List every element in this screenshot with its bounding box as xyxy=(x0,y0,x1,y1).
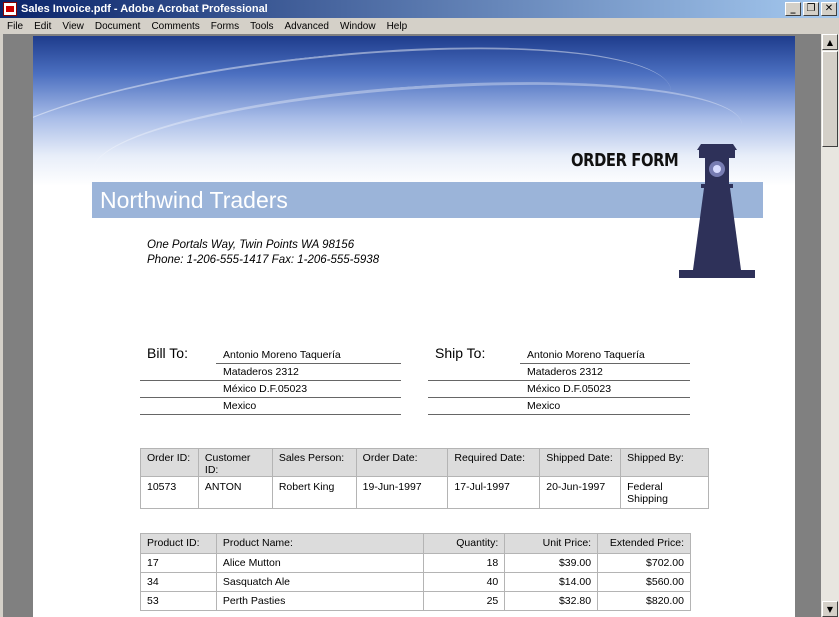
window-title: Sales Invoice.pdf - Adobe Acrobat Profes… xyxy=(21,3,268,15)
menu-window[interactable]: Window xyxy=(334,21,381,32)
order-id-value: 10573 xyxy=(140,476,199,509)
header-sales-person: Sales Person: xyxy=(271,448,357,477)
product-name-cell: Perth Pasties xyxy=(215,591,425,611)
table-row: 53 Perth Pasties 25 $32.80 $820.00 xyxy=(140,591,691,611)
menu-file[interactable]: File xyxy=(0,21,28,32)
quantity-cell: 40 xyxy=(423,572,506,592)
product-table-header: Product ID: Product Name: Quantity: Unit… xyxy=(140,533,691,554)
table-row: 17 Alice Mutton 18 $39.00 $702.00 xyxy=(140,553,691,573)
window-titlebar[interactable]: Sales Invoice.pdf - Adobe Acrobat Profes… xyxy=(0,0,839,18)
company-address: One Portals Way, Twin Points WA 98156 xyxy=(147,239,355,251)
product-id-cell: 34 xyxy=(140,572,217,592)
order-table-header: Order ID: Customer ID: Sales Person: Ord… xyxy=(140,448,709,477)
table-row: 34 Sasquatch Ale 40 $14.00 $560.00 xyxy=(140,572,691,592)
table-row: 10573 ANTON Robert King 19-Jun-1997 17-J… xyxy=(140,476,709,509)
customer-id-value: ANTON xyxy=(197,476,273,509)
required-date-value: 17-Jul-1997 xyxy=(447,476,541,509)
close-button[interactable]: ✕ xyxy=(821,2,837,16)
unit-price-cell: $32.80 xyxy=(504,591,599,611)
quantity-cell: 18 xyxy=(423,553,506,573)
bill-to-label: Bill To: xyxy=(147,345,188,361)
ship-to-line-1: Antonio Moreno Taquería xyxy=(520,347,690,364)
product-name-cell: Sasquatch Ale xyxy=(215,572,425,592)
left-frame-edge xyxy=(0,34,3,617)
minimize-button[interactable]: _ xyxy=(785,2,801,16)
product-id-cell: 17 xyxy=(140,553,217,573)
menu-comments[interactable]: Comments xyxy=(145,21,204,32)
header-required-date: Required Date: xyxy=(447,448,541,477)
menu-edit[interactable]: Edit xyxy=(28,21,56,32)
ship-to-line-2: Mataderos 2312 xyxy=(428,364,690,381)
sales-person-value: Robert King xyxy=(271,476,357,509)
header-quantity: Quantity: xyxy=(423,533,506,554)
company-name: Northwind Traders xyxy=(100,187,288,213)
menu-view[interactable]: View xyxy=(56,21,89,32)
scroll-down-button[interactable]: ▼ xyxy=(822,601,838,617)
order-details-table: Order ID: Customer ID: Sales Person: Ord… xyxy=(140,448,709,509)
header-product-id: Product ID: xyxy=(140,533,217,554)
bill-to-line-1: Antonio Moreno Taquería xyxy=(216,347,401,364)
shipped-date-value: 20-Jun-1997 xyxy=(539,476,622,509)
unit-price-cell: $14.00 xyxy=(504,572,599,592)
product-id-cell: 53 xyxy=(140,591,217,611)
unit-price-cell: $39.00 xyxy=(504,553,599,573)
company-phone: Phone: 1-206-555-1417 Fax: 1-206-555-593… xyxy=(147,254,380,266)
scroll-thumb[interactable] xyxy=(822,51,838,147)
header-customer-id: Customer ID: xyxy=(197,448,273,477)
shipped-by-value: Federal Shipping xyxy=(620,476,709,509)
menu-forms[interactable]: Forms xyxy=(205,21,244,32)
extended-price-cell: $560.00 xyxy=(597,572,691,592)
vertical-scrollbar[interactable]: ▲ ▼ xyxy=(821,34,839,617)
order-form-heading: ORDER FORM xyxy=(571,150,679,171)
ship-to-line-4: Mexico xyxy=(428,398,690,415)
extended-price-cell: $820.00 xyxy=(597,591,691,611)
menu-advanced[interactable]: Advanced xyxy=(279,21,334,32)
header-shipped-date: Shipped Date: xyxy=(539,448,622,477)
bill-to-line-2: Mataderos 2312 xyxy=(140,364,401,381)
header-extended-price: Extended Price: xyxy=(597,533,691,554)
menu-document[interactable]: Document xyxy=(89,21,146,32)
header-shipped-by: Shipped By: xyxy=(620,448,709,477)
order-date-value: 19-Jun-1997 xyxy=(355,476,449,509)
menu-tools[interactable]: Tools xyxy=(244,21,278,32)
header-product-name: Product Name: xyxy=(215,533,425,554)
lighthouse-logo xyxy=(679,144,755,278)
header-order-date: Order Date: xyxy=(355,448,449,477)
header-order-id: Order ID: xyxy=(140,448,199,477)
menu-bar: File Edit View Document Comments Forms T… xyxy=(0,18,839,34)
scroll-up-button[interactable]: ▲ xyxy=(822,34,838,50)
menu-help[interactable]: Help xyxy=(381,21,413,32)
header-unit-price: Unit Price: xyxy=(504,533,599,554)
acrobat-pdf-icon xyxy=(3,2,17,16)
quantity-cell: 25 xyxy=(423,591,506,611)
restore-button[interactable]: ❐ xyxy=(803,2,819,16)
bill-to-line-3: México D.F.05023 xyxy=(140,381,401,398)
extended-price-cell: $702.00 xyxy=(597,553,691,573)
product-line-items-table: Product ID: Product Name: Quantity: Unit… xyxy=(140,533,691,611)
ship-to-label: Ship To: xyxy=(435,345,486,361)
bill-to-line-4: Mexico xyxy=(140,398,401,415)
document-viewport[interactable]: ORDER FORM Northwind Traders One Portals… xyxy=(0,34,821,617)
ship-to-line-3: México D.F.05023 xyxy=(428,381,690,398)
pdf-page: ORDER FORM Northwind Traders One Portals… xyxy=(33,36,795,617)
product-name-cell: Alice Mutton xyxy=(215,553,425,573)
